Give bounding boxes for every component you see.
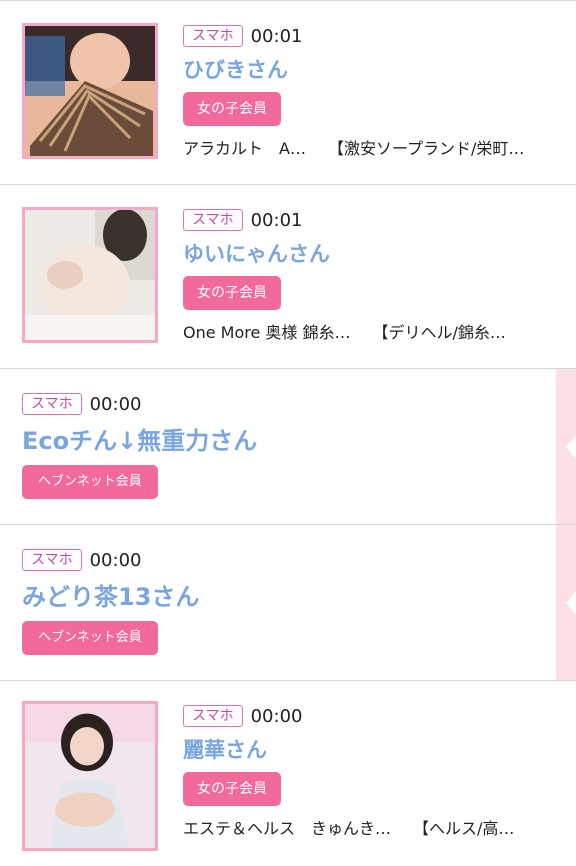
shop-info: アラカルト A… 【激安ソープランド/栄町…	[183, 135, 556, 159]
shop-name: エステ＆ヘルス きゅんき…	[183, 819, 392, 838]
profile-photo[interactable]	[22, 23, 158, 159]
access-time: 00:01	[250, 25, 303, 47]
user-name-link[interactable]: Ecoチん↓無重力さん	[22, 425, 556, 457]
side-ribbon	[556, 369, 576, 524]
shop-name: One More 奥様 錦糸…	[183, 323, 351, 342]
device-tag: スマホ	[183, 25, 243, 47]
member-badge: ヘブンネット会員	[22, 621, 158, 655]
list-item[interactable]: スマホ 00:01 ゆいにゃんさん 女の子会員 One More 奥様 錦糸… 【…	[0, 184, 576, 368]
shop-category: 【激安ソープランド/栄町…	[327, 139, 525, 158]
member-badge: ヘブンネット会員	[22, 465, 158, 499]
device-tag: スマホ	[183, 209, 243, 231]
device-tag: スマホ	[22, 393, 82, 415]
access-time: 00:00	[250, 705, 303, 727]
user-name-link[interactable]: みどり茶13さん	[22, 581, 556, 613]
access-log-list: スマホ 00:01 ひびきさん 女の子会員 アラカルト A… 【激安ソープランド/…	[0, 0, 576, 862]
shop-category: 【ヘルス/高…	[413, 819, 515, 838]
access-time: 00:00	[89, 393, 142, 415]
shop-info: One More 奥様 錦糸… 【デリヘル/錦糸…	[183, 319, 556, 343]
device-tag: スマホ	[22, 549, 82, 571]
shop-info: エステ＆ヘルス きゅんき… 【ヘルス/高…	[183, 815, 556, 839]
profile-photo[interactable]	[22, 207, 158, 343]
list-item[interactable]: スマホ 00:01 ひびきさん 女の子会員 アラカルト A… 【激安ソープランド/…	[0, 0, 576, 184]
profile-photo[interactable]	[22, 701, 158, 851]
access-time: 00:01	[250, 209, 303, 231]
shop-name: アラカルト A…	[183, 139, 306, 158]
member-badge: 女の子会員	[183, 276, 281, 310]
list-item[interactable]: スマホ 00:00 麗華さん 女の子会員 エステ＆ヘルス きゅんき… 【ヘルス/高…	[0, 680, 576, 862]
side-ribbon	[556, 525, 576, 680]
access-time: 00:00	[89, 549, 142, 571]
list-item[interactable]: スマホ 00:00 Ecoチん↓無重力さん ヘブンネット会員	[0, 368, 576, 524]
user-name-link[interactable]: 麗華さん	[183, 736, 556, 764]
shop-category: 【デリヘル/錦糸…	[372, 323, 506, 342]
user-name-link[interactable]: ゆいにゃんさん	[183, 240, 556, 268]
member-badge: 女の子会員	[183, 92, 281, 126]
user-name-link[interactable]: ひびきさん	[183, 56, 556, 84]
device-tag: スマホ	[183, 705, 243, 727]
member-badge: 女の子会員	[183, 772, 281, 806]
list-item[interactable]: スマホ 00:00 みどり茶13さん ヘブンネット会員	[0, 524, 576, 680]
